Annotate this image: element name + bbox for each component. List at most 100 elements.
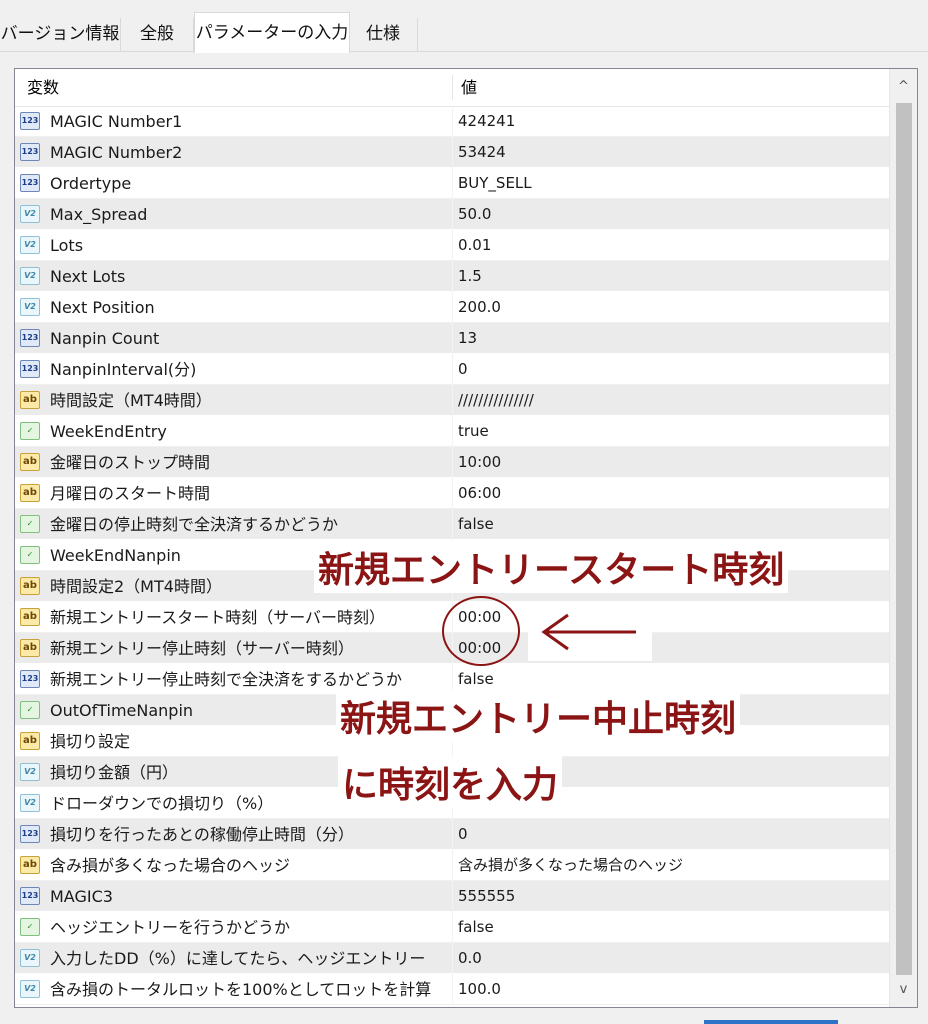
column-divider[interactable] xyxy=(452,75,453,100)
parameter-name: ドローダウンでの損切り（%） xyxy=(50,794,274,813)
str-type-icon: ab xyxy=(20,453,40,471)
parameter-value[interactable]: 13 xyxy=(458,323,477,354)
column-divider xyxy=(452,199,453,230)
parameter-value[interactable]: 50.0 xyxy=(458,199,491,230)
table-row[interactable]: 123 MAGIC3 555555 xyxy=(15,881,889,912)
table-row[interactable]: V2 Max_Spread 50.0 xyxy=(15,199,889,230)
table-row[interactable]: ab 含み損が多くなった場合のヘッジ 含み損が多くなった場合のヘッジ xyxy=(15,850,889,881)
int-type-icon: 123 xyxy=(20,670,40,688)
parameter-value[interactable]: true xyxy=(458,416,489,447)
column-divider xyxy=(452,819,453,850)
parameter-name: Lots xyxy=(50,236,84,255)
tab-bar: バージョン情報 全般 パラメーターの入力 仕様 xyxy=(0,0,928,53)
table-row[interactable]: 123 Ordertype BUY_SELL xyxy=(15,168,889,199)
parameter-value[interactable]: 0 xyxy=(458,354,468,385)
tab-general[interactable]: 全般 xyxy=(121,18,194,51)
annotation-start-time: 新規エントリースタート時刻 xyxy=(314,541,789,593)
dbl-type-icon: V2 xyxy=(20,267,40,285)
vertical-scrollbar[interactable]: ^ v xyxy=(889,69,917,1007)
parameter-value[interactable]: false xyxy=(458,509,494,540)
parameter-name: 含み損が多くなった場合のヘッジ xyxy=(50,856,291,875)
int-type-icon: 123 xyxy=(20,329,40,347)
parameter-value[interactable]: 0.0 xyxy=(458,943,482,974)
str-type-icon: ab xyxy=(20,732,40,750)
column-divider xyxy=(452,943,453,974)
parameter-value[interactable]: 含み損が多くなった場合のヘッジ xyxy=(458,850,683,881)
dbl-type-icon: V2 xyxy=(20,298,40,316)
parameter-value[interactable]: 424241 xyxy=(458,106,515,137)
parameter-value[interactable]: 555555 xyxy=(458,881,515,912)
table-row[interactable]: ab 月曜日のスタート時間 06:00 xyxy=(15,478,889,509)
column-divider xyxy=(452,447,453,478)
parameter-name: 損切り設定 xyxy=(50,732,131,751)
dbl-type-icon: V2 xyxy=(20,980,40,998)
column-divider xyxy=(452,478,453,509)
parameter-name: NanpinInterval(分) xyxy=(50,360,197,379)
table-row[interactable]: V2 入力したDD（%）に達してたら、ヘッジエントリー 0.0 xyxy=(15,943,889,974)
table-row[interactable]: 123 NanpinInterval(分) 0 xyxy=(15,354,889,385)
tab-spec[interactable]: 仕様 xyxy=(349,18,418,51)
parameter-value[interactable]: 200.0 xyxy=(458,292,501,323)
parameter-name: 金曜日の停止時刻で全決済するかどうか xyxy=(50,515,339,534)
table-row[interactable]: V2 Next Position 200.0 xyxy=(15,292,889,323)
table-row[interactable]: ✓ 金曜日の停止時刻で全決済するかどうか false xyxy=(15,509,889,540)
int-type-icon: 123 xyxy=(20,360,40,378)
parameter-name: Nanpin Count xyxy=(50,329,160,348)
column-divider xyxy=(452,106,453,137)
parameter-name: 損切りを行ったあとの稼働停止時間（分） xyxy=(50,825,354,844)
table-row[interactable]: ab 時間設定（MT4時間） /////////////// xyxy=(15,385,889,416)
table-row[interactable]: 123 MAGIC Number2 53424 xyxy=(15,137,889,168)
ok-button-edge[interactable] xyxy=(704,1020,838,1024)
column-divider xyxy=(452,974,453,1005)
parameter-value[interactable]: 10:00 xyxy=(458,447,501,478)
parameter-name: Next Position xyxy=(50,298,155,317)
table-row[interactable]: V2 Lots 0.01 xyxy=(15,230,889,261)
column-header-variable[interactable]: 変数 xyxy=(27,69,59,106)
parameter-value[interactable]: 1.5 xyxy=(458,261,482,292)
str-type-icon: ab xyxy=(20,608,40,626)
scroll-up-icon[interactable]: ^ xyxy=(890,73,917,100)
column-divider xyxy=(452,850,453,881)
column-divider xyxy=(452,912,453,943)
str-type-icon: ab xyxy=(20,391,40,409)
table-row[interactable]: 123 MAGIC Number1 424241 xyxy=(15,106,889,137)
column-divider xyxy=(452,416,453,447)
column-divider xyxy=(452,292,453,323)
tab-parameters[interactable]: パラメーターの入力 xyxy=(194,12,350,53)
parameter-value[interactable]: BUY_SELL xyxy=(458,168,532,199)
tab-version-info[interactable]: バージョン情報 xyxy=(0,18,121,51)
int-type-icon: 123 xyxy=(20,174,40,192)
parameter-value[interactable]: 100.0 xyxy=(458,974,501,1005)
parameter-value[interactable]: /////////////// xyxy=(458,385,534,416)
table-row[interactable]: 123 Nanpin Count 13 xyxy=(15,323,889,354)
parameter-value[interactable]: 0.01 xyxy=(458,230,491,261)
parameter-name: MAGIC Number1 xyxy=(50,112,183,131)
table-row[interactable]: ab 金曜日のストップ時間 10:00 xyxy=(15,447,889,478)
dbl-type-icon: V2 xyxy=(20,794,40,812)
parameter-value[interactable]: false xyxy=(458,912,494,943)
column-divider xyxy=(452,881,453,912)
annotation-stop-time: 新規エントリー中止時刻 xyxy=(336,690,741,742)
table-row[interactable]: ✓ ヘッジエントリーを行うかどうか false xyxy=(15,912,889,943)
column-header-value[interactable]: 値 xyxy=(461,69,477,106)
int-type-icon: 123 xyxy=(20,887,40,905)
left-arrow-icon xyxy=(541,613,636,651)
bool-type-icon: ✓ xyxy=(20,701,40,719)
parameter-name: 含み損のトータルロットを100%としてロットを計算 xyxy=(50,980,432,999)
str-type-icon: ab xyxy=(20,484,40,502)
list-header: 変数 値 xyxy=(15,69,889,107)
bottom-button-strip xyxy=(0,1016,928,1024)
parameter-name: Ordertype xyxy=(50,174,132,193)
table-row[interactable]: V2 含み損のトータルロットを100%としてロットを計算 100.0 xyxy=(15,974,889,1005)
parameter-value[interactable]: 06:00 xyxy=(458,478,501,509)
parameter-name: 損切り金額（円） xyxy=(50,763,179,782)
scroll-thumb[interactable] xyxy=(896,103,912,975)
parameter-value[interactable]: 53424 xyxy=(458,137,506,168)
table-row[interactable]: 123 損切りを行ったあとの稼働停止時間（分） 0 xyxy=(15,819,889,850)
table-row[interactable]: V2 Next Lots 1.5 xyxy=(15,261,889,292)
parameter-value[interactable]: 0 xyxy=(458,819,468,850)
scroll-down-icon[interactable]: v xyxy=(890,976,917,1003)
parameter-list: 変数 値 123 MAGIC Number1 424241 123 MAGIC Numb… xyxy=(14,68,918,1008)
column-divider xyxy=(452,385,453,416)
table-row[interactable]: ✓ WeekEndEntry true xyxy=(15,416,889,447)
